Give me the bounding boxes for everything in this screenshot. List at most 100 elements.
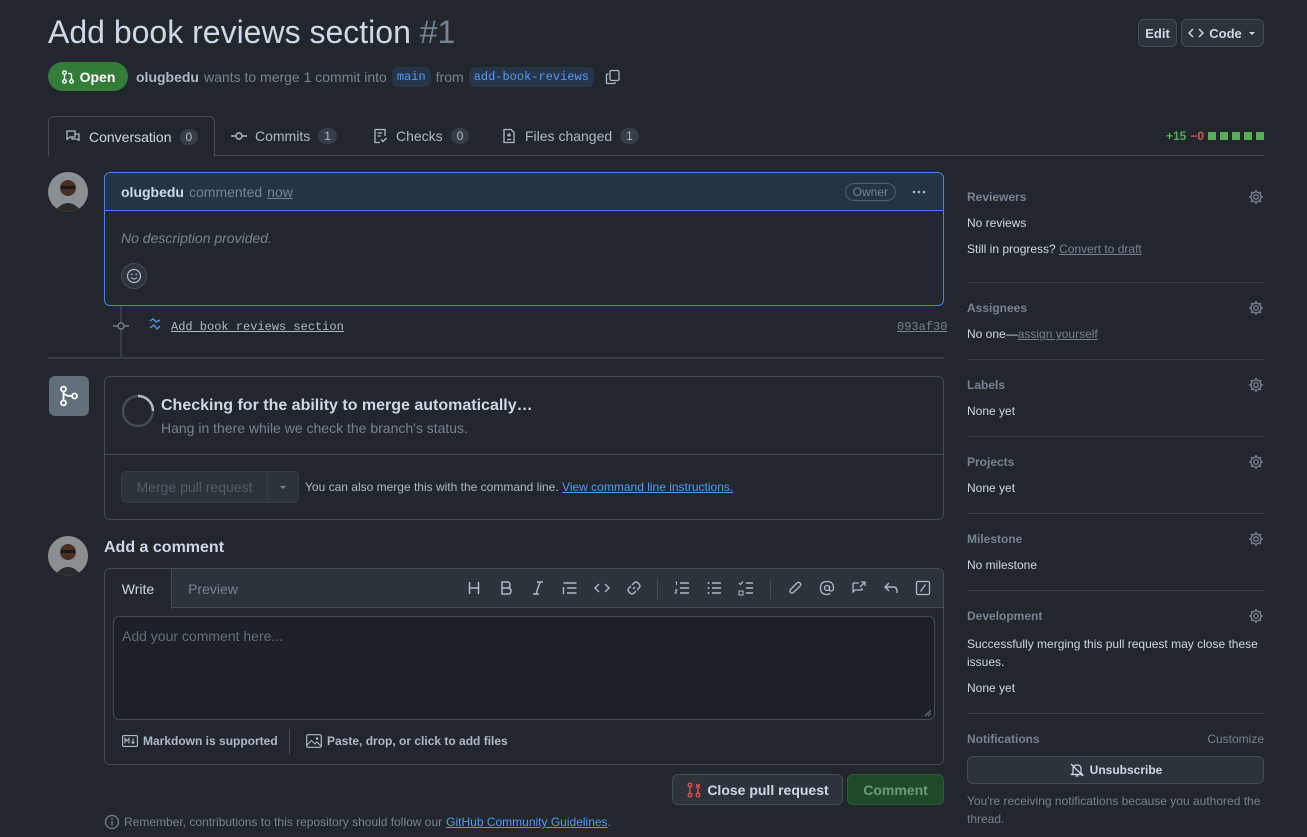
merge-button-group: Merge pull request xyxy=(121,471,299,503)
tab-checks[interactable]: Checks 0 xyxy=(356,116,485,156)
code-button-label: Code xyxy=(1209,25,1242,41)
comment-time[interactable]: now xyxy=(267,184,293,200)
quote-icon[interactable] xyxy=(562,580,578,596)
comment-action: commented xyxy=(189,183,263,200)
resize-handle-icon[interactable] xyxy=(924,709,932,717)
copy-icon[interactable] xyxy=(605,69,621,85)
diff-additions: +15 xyxy=(1165,129,1187,143)
tab-conversation[interactable]: Conversation 0 xyxy=(48,116,216,157)
edit-button[interactable]: Edit xyxy=(1138,19,1177,47)
footer-divider xyxy=(289,729,290,755)
draft-row: Still in progress? Convert to draft xyxy=(967,242,1264,256)
tasklist-icon[interactable] xyxy=(738,580,754,596)
attach-files[interactable]: Paste, drop, or click to add files xyxy=(306,734,508,748)
pull-request-icon xyxy=(61,69,74,84)
gear-icon[interactable] xyxy=(1248,189,1264,205)
sidebar-title[interactable]: Development xyxy=(967,609,1264,623)
tab-counter: 0 xyxy=(450,128,470,144)
gear-icon[interactable] xyxy=(1248,300,1264,316)
diffstat: +15 −0 xyxy=(1166,129,1264,143)
community-guidelines-link[interactable]: GitHub Community Guidelines xyxy=(446,815,607,829)
file-diff-icon xyxy=(503,128,515,144)
gear-icon[interactable] xyxy=(1248,531,1264,547)
status-badge: Open xyxy=(48,62,128,91)
code-button[interactable]: Code xyxy=(1181,19,1264,47)
pr-meta: olugbedu wants to merge 1 commit into ma… xyxy=(136,67,621,87)
command-line-link[interactable]: View command line instructions. xyxy=(562,480,733,494)
sidebar-title[interactable]: Labels xyxy=(967,378,1264,392)
italic-icon[interactable] xyxy=(530,580,546,596)
sidebar-value: None yet xyxy=(967,681,1016,695)
base-branch[interactable]: main xyxy=(391,67,431,87)
ordered-list-icon[interactable] xyxy=(674,580,690,596)
merge-pull-request-button[interactable]: Merge pull request xyxy=(122,472,268,502)
unordered-list-icon[interactable] xyxy=(706,580,722,596)
comment-submit-button[interactable]: Comment xyxy=(847,774,944,805)
sidebar-divider xyxy=(967,590,1264,591)
customize-link[interactable]: Customize xyxy=(1207,732,1264,746)
commit-author-avatar-icon[interactable] xyxy=(146,316,164,334)
slash-command-icon[interactable] xyxy=(915,580,931,596)
convert-to-draft-link[interactable]: Convert to draft xyxy=(1059,242,1142,256)
info-icon xyxy=(104,814,120,830)
merge-box: Checking for the ability to merge automa… xyxy=(104,376,944,520)
commit-sha-link[interactable]: 093af30 xyxy=(897,320,947,334)
gear-icon[interactable] xyxy=(1248,377,1264,393)
sidebar-assignees: Assignees No one—assign yourself xyxy=(967,301,1264,341)
gear-icon[interactable] xyxy=(1248,608,1264,624)
comment-discussion-icon xyxy=(66,129,80,141)
tab-write[interactable]: Write xyxy=(105,569,172,609)
comment-author[interactable]: olugbedu xyxy=(121,184,184,200)
unsubscribe-label: Unsubscribe xyxy=(1089,763,1163,777)
tab-commits[interactable]: Commits 1 xyxy=(215,116,353,156)
sidebar-title[interactable]: Reviewers xyxy=(967,190,1264,204)
pr-number: #1 xyxy=(419,14,456,50)
sidebar-value: None yet xyxy=(967,481,1016,495)
tab-label: Checks xyxy=(396,128,443,144)
sidebar-divider xyxy=(967,436,1264,437)
diff-block xyxy=(1220,132,1228,140)
avatar[interactable] xyxy=(48,172,88,212)
sidebar-title[interactable]: Assignees xyxy=(967,301,1264,315)
tab-label: Conversation xyxy=(89,128,172,145)
sidebar-reviewers: Reviewers No reviews Still in progress? … xyxy=(967,190,1264,256)
mention-icon[interactable] xyxy=(819,580,835,596)
timeline-divider xyxy=(48,357,944,359)
checklist-icon xyxy=(374,128,387,144)
comment-textarea[interactable]: Add your comment here... xyxy=(113,616,935,720)
link-icon[interactable] xyxy=(626,580,642,596)
bold-icon[interactable] xyxy=(498,580,514,596)
sidebar-projects: Projects None yet xyxy=(967,455,1264,495)
gear-icon[interactable] xyxy=(1248,454,1264,470)
sidebar-title[interactable]: Projects xyxy=(967,455,1264,469)
commit-icon xyxy=(113,322,129,330)
unsubscribe-button[interactable]: Unsubscribe xyxy=(967,756,1264,784)
code-icon[interactable] xyxy=(594,580,610,596)
head-branch[interactable]: add-book-reviews xyxy=(468,67,594,87)
reaction-button[interactable] xyxy=(121,263,147,289)
assign-yourself-link[interactable]: assign yourself xyxy=(1018,327,1098,341)
tab-preview[interactable]: Preview xyxy=(172,569,254,608)
sidebar-title[interactable]: Milestone xyxy=(967,532,1264,546)
commit-icon xyxy=(231,132,247,140)
close-pull-request-button[interactable]: Close pull request xyxy=(672,774,843,805)
pr-tabs: Conversation 0 Commits 1 Checks 0 Files … xyxy=(48,116,1264,157)
merge-options-dropdown[interactable] xyxy=(268,472,298,502)
comment-placeholder: Add your comment here... xyxy=(122,628,284,644)
merge-hint: You can also merge this with the command… xyxy=(305,480,733,494)
git-merge-icon xyxy=(60,385,78,407)
sidebar-value: No one— xyxy=(967,327,1018,341)
avatar[interactable] xyxy=(48,536,88,576)
reply-icon[interactable] xyxy=(883,580,899,596)
commit-message-link[interactable]: Add book reviews section xyxy=(171,320,344,334)
markdown-icon xyxy=(122,735,138,747)
heading-icon[interactable] xyxy=(466,580,482,596)
tab-files-changed[interactable]: Files changed 1 xyxy=(485,116,655,156)
paperclip-icon[interactable] xyxy=(787,580,803,596)
cross-reference-icon[interactable] xyxy=(851,580,867,596)
author-link[interactable]: olugbedu xyxy=(136,69,199,85)
kebab-horizontal-icon[interactable] xyxy=(911,184,927,200)
close-pr-label: Close pull request xyxy=(707,781,829,798)
markdown-supported[interactable]: Markdown is supported xyxy=(122,734,278,748)
guidelines-end: . xyxy=(607,815,611,829)
